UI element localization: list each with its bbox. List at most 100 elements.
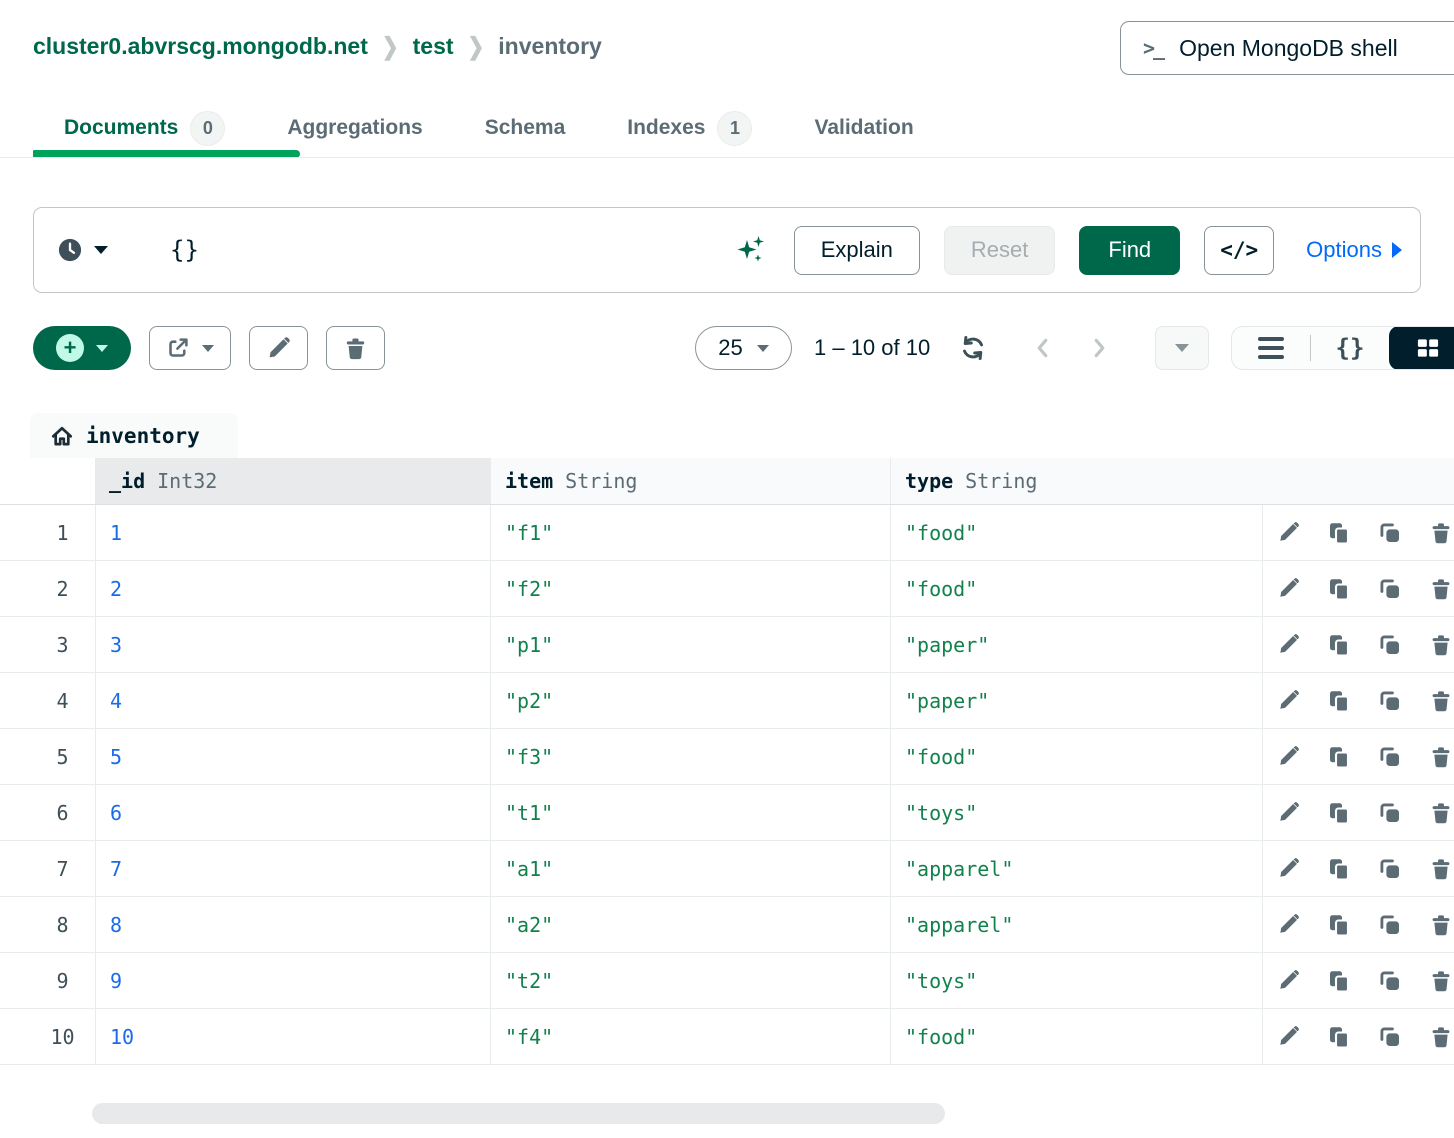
update-documents-button[interactable] <box>249 326 308 370</box>
view-table-segment[interactable] <box>1389 326 1454 370</box>
delete-document-button[interactable] <box>1429 857 1453 881</box>
find-button[interactable]: Find <box>1079 226 1180 275</box>
refresh-button[interactable] <box>958 333 988 363</box>
edit-document-button[interactable] <box>1277 913 1300 936</box>
row-actions <box>1262 841 1454 896</box>
clone-document-button[interactable] <box>1378 745 1402 769</box>
delete-document-button[interactable] <box>1429 801 1453 825</box>
trash-icon <box>1429 857 1453 881</box>
clone-document-button[interactable] <box>1378 689 1402 713</box>
table-collection-tab[interactable]: inventory <box>30 413 238 458</box>
explain-button[interactable]: Explain <box>794 226 920 275</box>
cell-id-link[interactable]: 1 <box>95 505 490 560</box>
delete-document-button[interactable] <box>1429 633 1453 657</box>
delete-document-button[interactable] <box>1429 1025 1453 1049</box>
clone-document-button[interactable] <box>1378 969 1402 993</box>
edit-document-button[interactable] <box>1277 521 1300 544</box>
clone-document-button[interactable] <box>1378 521 1402 545</box>
previous-page-button[interactable] <box>1030 335 1056 361</box>
clone-document-button[interactable] <box>1378 801 1402 825</box>
column-type: String <box>565 469 637 493</box>
expand-collapse-dropdown-button[interactable] <box>1155 326 1209 370</box>
clone-icon <box>1378 801 1402 825</box>
column-header-type[interactable]: type String <box>890 458 1262 504</box>
edit-document-button[interactable] <box>1277 801 1300 824</box>
copy-document-button[interactable] <box>1327 633 1351 657</box>
copy-document-button[interactable] <box>1327 801 1351 825</box>
edit-document-button[interactable] <box>1277 1025 1300 1048</box>
filter-input[interactable]: {} <box>170 236 734 264</box>
delete-document-button[interactable] <box>1429 689 1453 713</box>
column-name: type <box>905 469 953 493</box>
copy-document-button[interactable] <box>1327 1025 1351 1049</box>
cell-id-link[interactable]: 2 <box>95 561 490 616</box>
code-toggle-button[interactable]: </> <box>1204 226 1274 275</box>
copy-document-button[interactable] <box>1327 745 1351 769</box>
pencil-icon <box>1277 521 1300 544</box>
cell-id-link[interactable]: 5 <box>95 729 490 784</box>
pagination-range-label: 1 – 10 of 10 <box>814 335 930 361</box>
tab-count-badge: 0 <box>190 111 225 146</box>
column-name: _id <box>109 469 145 493</box>
edit-document-button[interactable] <box>1277 577 1300 600</box>
copy-document-button[interactable] <box>1327 689 1351 713</box>
column-header-item[interactable]: item String <box>490 458 890 504</box>
copy-icon <box>1327 801 1351 825</box>
breadcrumb-database[interactable]: test <box>413 33 454 60</box>
options-toggle[interactable]: Options <box>1306 237 1402 263</box>
cell-id-link[interactable]: 6 <box>95 785 490 840</box>
delete-document-button[interactable] <box>1429 969 1453 993</box>
clone-document-button[interactable] <box>1378 577 1402 601</box>
cell-id-link[interactable]: 8 <box>95 897 490 952</box>
copy-document-button[interactable] <box>1327 577 1351 601</box>
cell-id-link[interactable]: 10 <box>95 1009 490 1064</box>
page-size-select[interactable]: 25 <box>695 326 792 370</box>
reset-button[interactable]: Reset <box>944 226 1055 275</box>
query-history-button[interactable] <box>56 236 108 264</box>
delete-document-button[interactable] <box>1429 577 1453 601</box>
view-json-segment[interactable]: {} <box>1311 326 1389 370</box>
copy-document-button[interactable] <box>1327 521 1351 545</box>
tab-validation[interactable]: Validation <box>783 104 944 152</box>
edit-document-button[interactable] <box>1277 969 1300 992</box>
delete-document-button[interactable] <box>1429 521 1453 545</box>
tab-aggregations[interactable]: Aggregations <box>256 104 453 152</box>
copy-document-button[interactable] <box>1327 969 1351 993</box>
clone-document-button[interactable] <box>1378 1025 1402 1049</box>
tab-documents[interactable]: Documents0 <box>33 104 256 152</box>
clone-document-button[interactable] <box>1378 913 1402 937</box>
cell-id-link[interactable]: 9 <box>95 953 490 1008</box>
column-type: String <box>965 469 1037 493</box>
clone-document-button[interactable] <box>1378 633 1402 657</box>
trash-icon <box>1429 969 1453 993</box>
documents-table: _id Int32 item String type String 1 1 "f… <box>0 458 1454 1065</box>
add-data-button[interactable]: + <box>33 326 131 370</box>
ai-sparkle-icon[interactable] <box>734 232 770 268</box>
cell-id-link[interactable]: 7 <box>95 841 490 896</box>
clone-document-button[interactable] <box>1378 857 1402 881</box>
open-mongodb-shell-button[interactable]: >_ Open MongoDB shell <box>1120 21 1454 75</box>
next-page-button[interactable] <box>1086 335 1112 361</box>
column-header-id[interactable]: _id Int32 <box>95 458 490 504</box>
delete-document-button[interactable] <box>1429 913 1453 937</box>
edit-document-button[interactable] <box>1277 689 1300 712</box>
edit-document-button[interactable] <box>1277 633 1300 656</box>
copy-document-button[interactable] <box>1327 857 1351 881</box>
cell-type-value: "food" <box>890 561 1262 616</box>
tab-schema[interactable]: Schema <box>454 104 597 152</box>
horizontal-scrollbar-thumb[interactable] <box>92 1103 945 1124</box>
cell-id-link[interactable]: 3 <box>95 617 490 672</box>
cell-id-link[interactable]: 4 <box>95 673 490 728</box>
tab-indexes[interactable]: Indexes1 <box>596 104 783 152</box>
breadcrumb-cluster[interactable]: cluster0.abvrscg.mongodb.net <box>33 33 368 60</box>
export-data-button[interactable] <box>149 326 231 370</box>
copy-document-button[interactable] <box>1327 913 1351 937</box>
view-list-segment[interactable] <box>1232 326 1310 370</box>
export-icon <box>166 336 190 360</box>
edit-document-button[interactable] <box>1277 857 1300 880</box>
delete-documents-button[interactable] <box>326 326 385 370</box>
edit-document-button[interactable] <box>1277 745 1300 768</box>
row-number: 6 <box>30 785 95 840</box>
tabs-bottom-border <box>0 157 1454 158</box>
delete-document-button[interactable] <box>1429 745 1453 769</box>
